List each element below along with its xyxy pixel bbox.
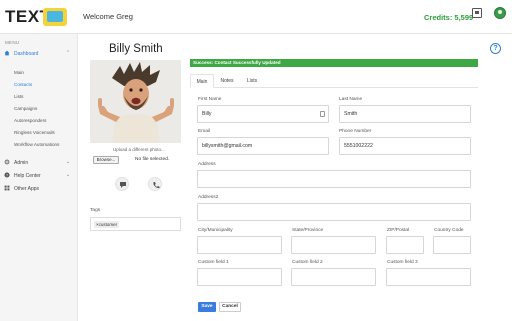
sidebar-sub-autoresponders[interactable]: Autoresponders [14,118,46,123]
autofill-icon[interactable] [320,111,325,117]
phone-icon [153,182,160,189]
sidebar-sub-ringless-voicemails[interactable]: Ringless Voicemails [14,130,55,135]
chat-icon [120,182,126,188]
last-name-value: Smith [344,111,358,117]
tags-label: Tags [90,208,101,213]
cancel-button[interactable]: Cancel [219,302,241,312]
contact-tabs: Main Notes Lists [190,74,478,88]
menu-label: MENU [5,40,20,45]
sidebar-sub-workflow-automations[interactable]: Workflow Automations [14,142,59,147]
city-label: City/Municipality [198,228,233,233]
city-field[interactable] [197,236,282,254]
tags-input[interactable]: ×customer [90,217,181,231]
sidebar-sub-lists[interactable]: Lists [14,94,23,99]
sidebar-item-label: Admin [14,160,29,166]
user-avatar[interactable] [494,7,506,19]
help-icon: ? [4,172,10,178]
grid-icon [4,185,10,191]
sidebar-item-label: Help Center [14,173,41,179]
contact-photo [90,60,181,143]
sidebar-sub-main[interactable]: Main [14,70,24,75]
save-button[interactable]: Save [198,302,216,312]
custom-field-3-label: Custom field 3 [387,260,418,265]
first-name-label: First Name [198,97,222,102]
contact-photo-image [90,60,181,143]
last-name-label: Last Name [339,97,363,102]
address-label: Address [198,162,216,167]
sidebar-sub-contacts[interactable]: Contacts [14,82,32,87]
custom-field-2[interactable] [291,268,376,286]
tab-lists[interactable]: Lists [241,74,263,88]
sidebar: MENU Dashboard ⌃ Main Contacts Lists Cam… [0,34,78,321]
address-field[interactable] [197,170,471,188]
sidebar-item-label: Dashboard [14,51,39,57]
first-name-field[interactable]: Billy [197,105,329,123]
phone-label: Phone Number [339,129,372,134]
country-code-field[interactable] [433,236,471,254]
chevron-up-icon: ⌃ [66,50,71,56]
email-value: billysmith@gmail.com [202,143,253,149]
sidebar-item-admin[interactable]: Admin ⌄ [0,157,78,168]
tab-notes[interactable]: Notes [216,74,238,88]
credits-balance: Credits: 5,599 [424,13,474,22]
message-button[interactable] [115,177,129,191]
first-name-value: Billy [202,111,212,117]
sidebar-item-other-apps[interactable]: Other Apps [0,183,78,194]
custom-field-2-label: Custom field 2 [292,260,323,265]
call-button[interactable] [148,177,162,191]
phone-value: 5551002222 [344,143,373,149]
welcome-text: Welcome Greg [83,12,133,21]
upload-note: Upload a different photo... [113,147,165,152]
sidebar-item-help-center[interactable]: ? Help Center ⌄ [0,170,78,181]
custom-field-1-label: Custom field 1 [198,260,229,265]
state-label: State/Province [292,228,324,233]
sidebar-item-label: Other Apps [14,186,40,192]
chevron-down-icon: ⌄ [66,172,71,178]
state-field[interactable] [291,236,376,254]
tab-main[interactable]: Main [190,74,214,88]
notification-icon[interactable] [472,8,482,18]
country-code-label: Country Code [434,228,464,233]
custom-field-3[interactable] [386,268,471,286]
email-field[interactable]: billysmith@gmail.com [197,137,329,155]
phone-field[interactable]: 5551002222 [339,137,471,155]
tag-chip[interactable]: ×customer [94,221,120,228]
gear-icon [4,159,10,165]
logo-badge-icon [43,8,67,26]
zip-label: ZIP/Postal [387,228,410,233]
chevron-down-icon: ⌄ [66,159,71,165]
address2-label: Address2 [198,195,219,200]
address2-field[interactable] [197,203,471,221]
sidebar-item-dashboard[interactable]: Dashboard ⌃ [0,48,78,59]
email-label: Email [198,129,210,134]
last-name-field[interactable]: Smith [339,105,471,123]
zip-field[interactable] [386,236,424,254]
tag-label: customer [98,222,118,227]
sidebar-sub-campaigns[interactable]: Campaigns [14,106,37,111]
custom-field-1[interactable] [197,268,282,286]
top-bar: TEXT Welcome Greg Credits: 5,599 [0,0,512,34]
contact-name-title: Billy Smith [109,43,163,55]
help-icon[interactable]: ? [490,43,501,54]
app-logo[interactable]: TEXT [5,6,67,28]
home-icon [4,50,10,56]
browse-button[interactable]: Browse... [93,156,119,164]
success-alert: Success: Contact Successfully Updated [190,59,478,67]
file-status: No file selected. [135,157,170,162]
